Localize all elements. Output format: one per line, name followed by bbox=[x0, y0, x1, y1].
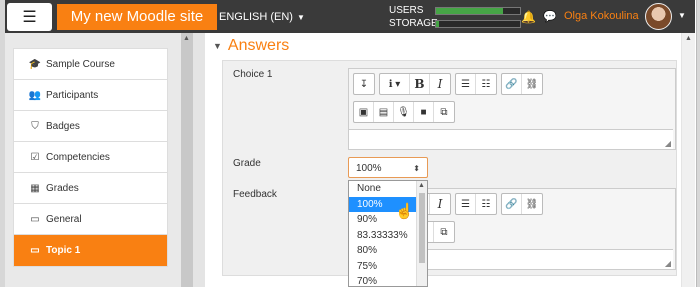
choice-editor: ↧ ℹ ▾ B I ☰ ☷ 🔗 ⛓ ▣ ▤ 🎙 ■ ⧉ ◢ bbox=[348, 68, 676, 150]
scroll-up-arrow-icon[interactable]: ▲ bbox=[685, 35, 692, 42]
sidebar-item-label: General bbox=[46, 213, 82, 225]
drawer-scrollbar[interactable]: ▲ bbox=[181, 33, 193, 287]
microphone-icon[interactable]: 🎙 bbox=[394, 102, 414, 122]
paragraph-style-icon[interactable]: ℹ ▾ bbox=[380, 74, 410, 94]
section-header-answers[interactable]: ▼ Answers bbox=[213, 37, 289, 55]
scroll-up-arrow-icon[interactable]: ▲ bbox=[183, 35, 190, 42]
sidebar-item-competencies[interactable]: ☑ Competencies bbox=[14, 142, 167, 173]
sidebar-item-label: Sample Course bbox=[46, 58, 115, 70]
select-arrows-icon: ⬍ bbox=[413, 164, 420, 173]
video-camera-icon[interactable]: ■ bbox=[414, 102, 434, 122]
dropdown-scroll-thumb[interactable] bbox=[419, 193, 425, 263]
sidebar-item-general[interactable]: ▭ General bbox=[14, 204, 167, 235]
scroll-up-arrow-icon[interactable]: ▲ bbox=[418, 182, 425, 189]
course-nav-list: 🎓 Sample Course 👥 Participants ⛉ Badges ☑ Co… bbox=[13, 48, 168, 267]
sidebar-item-sample-course[interactable]: 🎓 Sample Course bbox=[14, 49, 167, 80]
sidebar-item-label: Competencies bbox=[46, 151, 110, 163]
grade-select[interactable]: 100% ⬍ bbox=[348, 157, 428, 178]
copy-icon[interactable]: ⧉ bbox=[434, 222, 454, 242]
bullet-list-icon[interactable]: ☰ bbox=[456, 74, 476, 94]
bullet-list-icon[interactable]: ☰ bbox=[456, 194, 476, 214]
italic-icon[interactable]: I bbox=[430, 74, 450, 94]
resize-handle-icon[interactable]: ◢ bbox=[665, 139, 671, 148]
sidebar-item-participants[interactable]: 👥 Participants bbox=[14, 80, 167, 111]
sidebar-item-grades[interactable]: ▦ Grades bbox=[14, 173, 167, 204]
feedback-label: Feedback bbox=[233, 189, 277, 200]
collapse-triangle-icon: ▼ bbox=[213, 40, 222, 51]
graduation-cap-icon: 🎓 bbox=[28, 58, 42, 70]
unlink-icon[interactable]: ⛓ bbox=[522, 194, 542, 214]
copy-icon[interactable]: ⧉ bbox=[434, 102, 454, 122]
sidebar-item-label: Topic 1 bbox=[46, 245, 81, 256]
users-icon: 👥 bbox=[28, 89, 42, 101]
choice-label: Choice 1 bbox=[233, 69, 273, 80]
grade-label: Grade bbox=[233, 158, 261, 169]
section-title: Answers bbox=[227, 37, 290, 54]
editor-toolbar-row-1: ↧ ℹ ▾BI ☰☷ 🔗⛓ bbox=[353, 73, 547, 95]
hand-pointer-cursor-icon: ☝ bbox=[395, 203, 414, 220]
grade-dropdown-list: None 100% 90% 83.33333% 80% 75% 70% ▲ bbox=[348, 180, 428, 287]
page-scrollbar[interactable]: ▲ bbox=[682, 33, 695, 287]
numbered-list-icon[interactable]: ☷ bbox=[476, 194, 496, 214]
grade-select-value: 100% bbox=[356, 163, 382, 174]
resize-handle-icon[interactable]: ◢ bbox=[665, 259, 671, 268]
collapse-toolbar-icon[interactable]: ↧ bbox=[354, 74, 374, 94]
dropdown-scrollbar[interactable]: ▲ bbox=[416, 181, 427, 286]
image-icon[interactable]: ▣ bbox=[354, 102, 374, 122]
table-icon: ▦ bbox=[30, 182, 40, 194]
link-icon[interactable]: 🔗 bbox=[502, 74, 522, 94]
shield-icon: ⛉ bbox=[31, 120, 39, 132]
bold-icon[interactable]: B bbox=[410, 74, 430, 94]
link-icon[interactable]: 🔗 bbox=[502, 194, 522, 214]
sidebar-item-label: Grades bbox=[46, 182, 79, 194]
sidebar-item-label: Participants bbox=[46, 89, 99, 101]
media-icon[interactable]: ▤ bbox=[374, 102, 394, 122]
checkbox-icon: ☑ bbox=[30, 151, 40, 163]
sidebar-item-badges[interactable]: ⛉ Badges bbox=[14, 111, 167, 142]
editor-toolbar-row-2: ▣▤🎙■⧉ bbox=[353, 101, 459, 123]
numbered-list-icon[interactable]: ☷ bbox=[476, 74, 496, 94]
sidebar-item-label: Badges bbox=[46, 120, 80, 132]
folder-icon: ▭ bbox=[30, 213, 40, 225]
folder-icon: ▭ bbox=[30, 245, 40, 256]
unlink-icon[interactable]: ⛓ bbox=[522, 74, 542, 94]
italic-icon[interactable]: I bbox=[430, 194, 450, 214]
sidebar-item-topic-1[interactable]: ▭ Topic 1 bbox=[14, 235, 167, 266]
choice-text-area[interactable]: ◢ bbox=[349, 129, 673, 149]
